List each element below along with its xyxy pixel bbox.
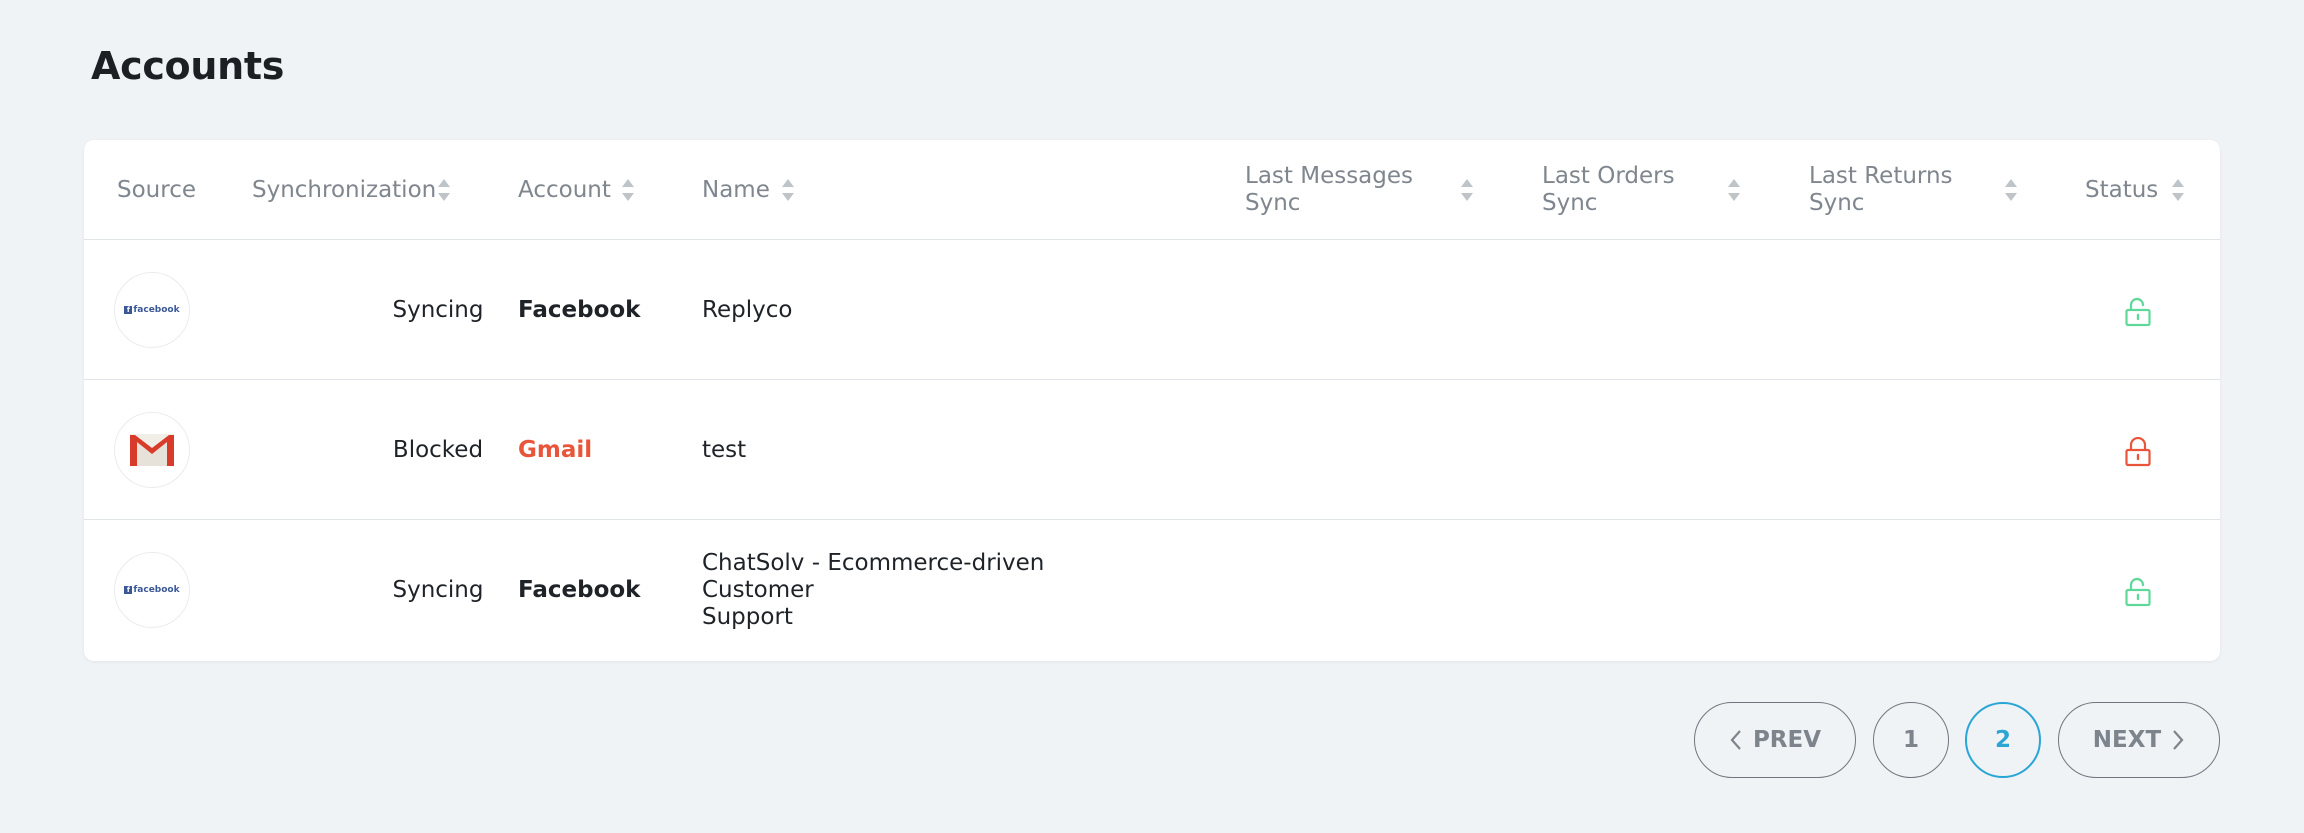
facebook-logo-icon: f facebook — [114, 552, 190, 628]
next-button[interactable]: NEXT — [2058, 702, 2220, 778]
account-name: test — [702, 380, 1162, 520]
column-header-last-messages-sync[interactable]: Last Messages Sync — [1245, 140, 1413, 240]
column-label-status: Status — [2085, 176, 2159, 203]
locked-icon[interactable] — [2124, 436, 2152, 467]
sync-status: Syncing — [392, 576, 484, 603]
column-label-account: Account — [518, 176, 611, 203]
column-label-last-returns-sync: Last Returns — [1809, 163, 1953, 189]
table-header: Source Synchronization Account Name Last… — [84, 140, 2220, 240]
sync-status: Syncing — [392, 296, 484, 323]
chevron-right-icon — [2173, 730, 2184, 750]
column-label-last-returns-sync: Sync — [1809, 190, 1865, 216]
column-label-source: Source — [117, 176, 196, 203]
prev-label: PREV — [1752, 727, 1822, 753]
account-name-line: Support — [702, 603, 793, 630]
column-header-account[interactable]: Account — [518, 140, 611, 240]
column-label-last-orders-sync: Sync — [1542, 190, 1598, 216]
account-name-line: ChatSolv - Ecommerce-driven Customer — [702, 549, 1045, 603]
sort-icon[interactable] — [2004, 178, 2018, 202]
column-header-source: Source — [117, 140, 196, 240]
page-button-1[interactable]: 1 — [1873, 702, 1949, 778]
sort-icon[interactable] — [1727, 178, 1741, 202]
gmail-logo-icon — [114, 412, 190, 488]
sort-icon[interactable] — [1460, 178, 1474, 202]
column-header-name[interactable]: Name — [702, 140, 770, 240]
page-number: 2 — [1994, 727, 2011, 753]
table-row[interactable]: f facebook Syncing Facebook ChatSolv - Ec… — [84, 520, 2220, 660]
account-name-line: Replyco — [702, 296, 793, 323]
chevron-left-icon — [1730, 730, 1741, 750]
facebook-wordmark-text: facebook — [133, 305, 180, 315]
column-label-name: Name — [702, 176, 770, 203]
gmail-envelope — [130, 434, 174, 466]
facebook-wordmark-text: facebook — [133, 585, 180, 595]
column-header-status[interactable]: Status — [2085, 140, 2158, 240]
sync-status: Blocked — [392, 436, 484, 463]
sort-icon[interactable] — [781, 178, 795, 202]
facebook-wordmark: f facebook — [124, 585, 180, 595]
account-type: Gmail — [518, 436, 593, 463]
column-label-last-messages-sync: Sync — [1245, 190, 1301, 216]
unlocked-icon[interactable] — [2124, 577, 2152, 607]
prev-button[interactable]: PREV — [1694, 702, 1856, 778]
sort-icon[interactable] — [2171, 178, 2185, 202]
column-header-last-returns-sync[interactable]: Last Returns Sync — [1809, 140, 1953, 240]
account-name: Replyco — [702, 240, 1162, 380]
account-type: Facebook — [518, 296, 641, 323]
unlocked-icon[interactable] — [2124, 297, 2152, 327]
sort-icon[interactable] — [437, 178, 451, 202]
account-name: ChatSolv - Ecommerce-driven Customer Sup… — [702, 520, 1162, 660]
table-row[interactable]: Blocked Gmail test — [84, 380, 2220, 520]
page-number: 1 — [1902, 727, 1919, 753]
next-label: NEXT — [2092, 727, 2162, 753]
accounts-table: Source Synchronization Account Name Last… — [84, 140, 2220, 661]
facebook-logo-icon: f facebook — [114, 272, 190, 348]
facebook-wordmark: f facebook — [124, 305, 180, 315]
column-label-last-orders-sync: Last Orders — [1542, 163, 1675, 189]
account-type: Facebook — [518, 576, 641, 603]
table-row[interactable]: f facebook Syncing Facebook Replyco — [84, 240, 2220, 380]
column-label-synchronization: Synchronization — [252, 176, 437, 203]
page-button-2-current[interactable]: 2 — [1965, 702, 2041, 778]
column-label-last-messages-sync: Last Messages — [1245, 163, 1414, 189]
column-header-last-orders-sync[interactable]: Last Orders Sync — [1542, 140, 1675, 240]
page-title: Accounts — [91, 44, 285, 88]
sort-icon[interactable] — [621, 178, 635, 202]
account-name-line: test — [702, 436, 747, 463]
column-header-synchronization[interactable]: Synchronization — [252, 140, 436, 240]
